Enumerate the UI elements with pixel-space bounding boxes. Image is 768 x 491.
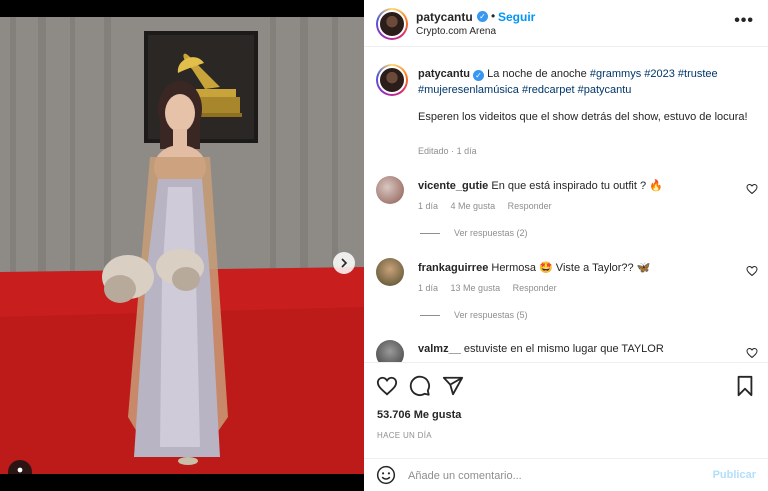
verified-icon: ✓ — [477, 11, 488, 22]
comment-meta: 1 día 4 Me gusta Responder — [418, 201, 562, 211]
edited-label: Editado — [418, 146, 449, 156]
comment-body: Hermosa 🤩 Viste a Taylor?? 🦋 — [491, 262, 651, 274]
comment-item: valmz__ estuviste en el mismo lugar que … — [364, 338, 768, 362]
comment-meta: 1 día 13 Me gusta Responder — [418, 283, 567, 293]
next-photo-button[interactable] — [333, 252, 355, 274]
post-photo[interactable] — [0, 17, 364, 474]
caption-text: La noche de anoche — [487, 68, 587, 80]
hashtag-link[interactable]: #mujeresenlamúsica — [418, 84, 519, 96]
caption-meta: Editado · 1 día — [418, 146, 477, 156]
view-replies-label: Ver respuestas (2) — [454, 228, 528, 238]
comment-composer: Publicar — [364, 458, 768, 491]
comment-age: 1 día — [418, 201, 439, 211]
bookmark-icon[interactable] — [734, 375, 756, 397]
heart-icon[interactable] — [746, 183, 758, 195]
comment-likes[interactable]: 13 Me gusta — [451, 283, 501, 293]
hashtag-link[interactable]: #patycantu — [578, 84, 632, 96]
post-header: patycantu ✓ • Seguir Crypto.com Arena ••… — [364, 0, 768, 47]
caption-username[interactable]: patycantu — [418, 68, 470, 80]
meta-separator: · — [451, 146, 455, 156]
comment-item: frankaguirree Hermosa 🤩 Viste a Taylor??… — [364, 256, 768, 316]
view-replies-button[interactable]: Ver respuestas (5) — [420, 310, 528, 320]
post-time: HACE UN DÍA — [377, 431, 432, 440]
post-location[interactable]: Crypto.com Arena — [416, 26, 496, 37]
photo-image — [0, 17, 364, 474]
author-avatar[interactable] — [376, 8, 408, 40]
heart-icon[interactable] — [376, 375, 398, 397]
publish-button[interactable]: Publicar — [713, 469, 756, 481]
view-replies-button[interactable]: Ver respuestas (2) — [420, 228, 528, 238]
comment-likes[interactable]: 4 Me gusta — [451, 201, 496, 211]
share-icon[interactable] — [442, 375, 464, 397]
comment-input[interactable] — [408, 466, 698, 486]
hashtag-link[interactable]: #redcarpet — [522, 84, 575, 96]
post-caption: patycantu ✓ La noche de anoche #grammys … — [418, 66, 748, 98]
caption-age: 1 día — [456, 146, 477, 156]
more-options-button[interactable]: ••• — [734, 12, 754, 30]
comment-item: vicente_gutie En que está inspirado tu o… — [364, 174, 768, 234]
comment-text: valmz__ estuviste en el mismo lugar que … — [418, 343, 664, 355]
caption-avatar[interactable] — [376, 64, 408, 96]
comment-age: 1 día — [418, 283, 439, 293]
likes-count[interactable]: 53.706 Me gusta — [377, 409, 461, 421]
reply-button[interactable]: Responder — [508, 201, 552, 211]
comment-icon[interactable] — [409, 375, 431, 397]
emoji-icon[interactable] — [376, 465, 396, 485]
hashtag-link[interactable]: #trustee — [678, 68, 718, 80]
author-username[interactable]: patycantu — [416, 10, 473, 24]
hashtag-link[interactable]: #2023 — [644, 68, 675, 80]
header-separator: • — [491, 9, 496, 23]
heart-icon[interactable] — [746, 347, 758, 359]
post-side-panel: patycantu ✓ • Seguir Crypto.com Arena ••… — [364, 0, 768, 491]
follow-button[interactable]: Seguir — [498, 10, 535, 24]
verified-icon: ✓ — [473, 70, 485, 81]
commenter-avatar[interactable] — [376, 340, 404, 362]
comment-body: En que está inspirado tu outfit ? 🔥 — [491, 180, 663, 192]
comment-username[interactable]: valmz__ — [418, 343, 461, 355]
hashtag-link[interactable]: #grammys — [590, 68, 641, 80]
comments-scroll-area[interactable]: patycantu ✓ La noche de anoche #grammys … — [364, 48, 768, 362]
comment-username[interactable]: vicente_gutie — [418, 180, 488, 192]
comment-body: estuviste en el mismo lugar que TAYLOR — [463, 343, 664, 355]
heart-icon[interactable] — [746, 265, 758, 277]
commenter-avatar[interactable] — [376, 258, 404, 286]
post-actions: 53.706 Me gusta HACE UN DÍA — [364, 362, 768, 452]
commenter-avatar[interactable] — [376, 176, 404, 204]
replies-line — [420, 233, 440, 235]
reply-button[interactable]: Responder — [513, 283, 557, 293]
view-replies-label: Ver respuestas (5) — [454, 310, 528, 320]
caption-second-paragraph: Esperen los videitos que el show detrás … — [418, 111, 748, 123]
comment-username[interactable]: frankaguirree — [418, 262, 488, 274]
chevron-right-icon — [341, 258, 348, 268]
user-tag-icon — [17, 467, 23, 473]
comment-text: vicente_gutie En que está inspirado tu o… — [418, 179, 663, 192]
replies-line — [420, 315, 440, 317]
comment-text: frankaguirree Hermosa 🤩 Viste a Taylor??… — [418, 261, 650, 274]
